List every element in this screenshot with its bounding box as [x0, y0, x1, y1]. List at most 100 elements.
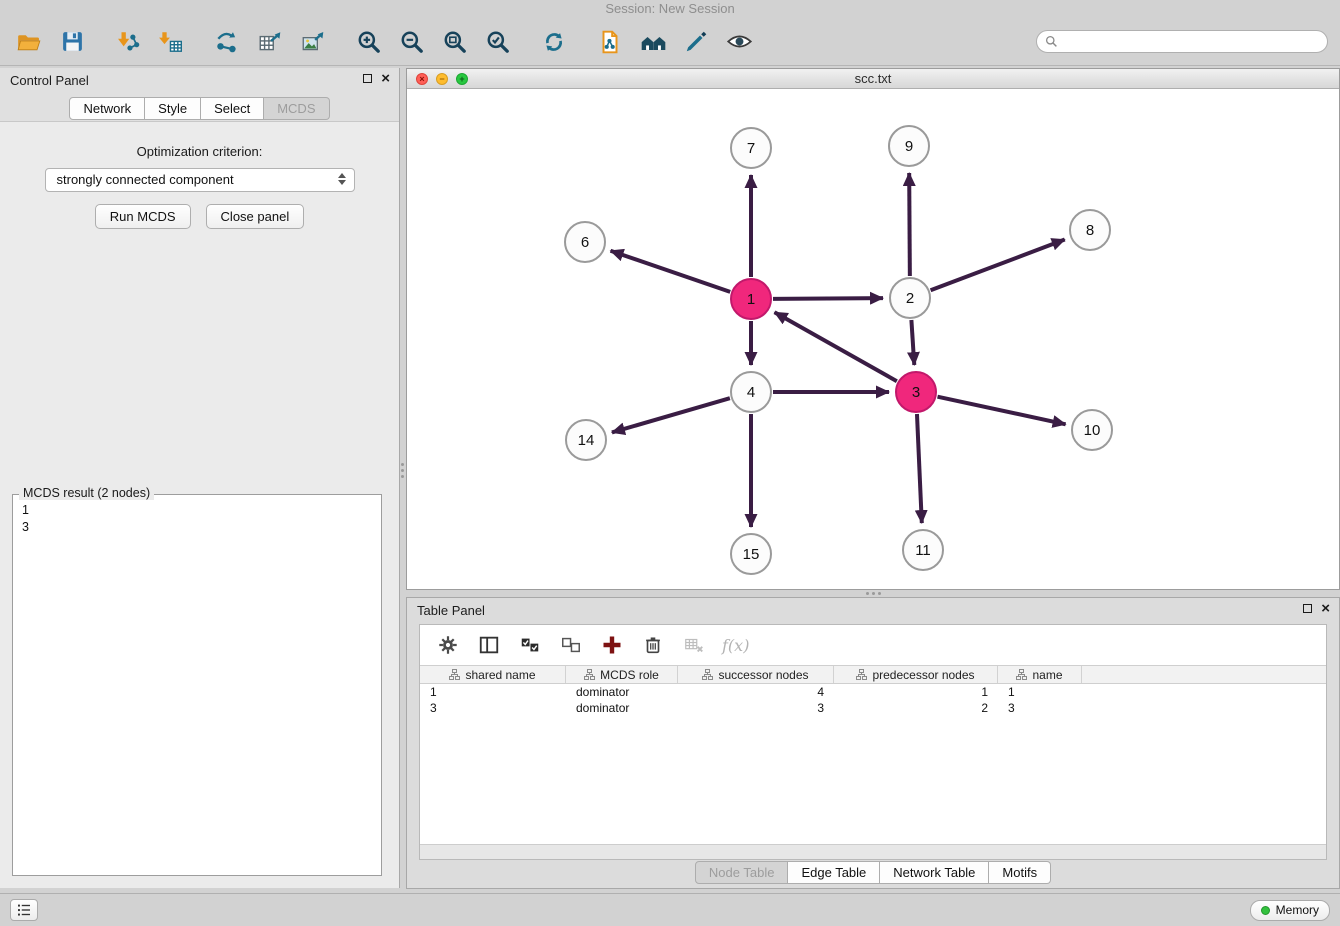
- close-panel-button[interactable]: Close panel: [206, 204, 305, 229]
- table-cell[interactable]: 1: [834, 685, 998, 699]
- graph-node-10[interactable]: 10: [1072, 410, 1112, 450]
- refresh-button[interactable]: [537, 24, 571, 60]
- graph-node-8[interactable]: 8: [1070, 210, 1110, 250]
- graph-node-6[interactable]: 6: [565, 222, 605, 262]
- delete-table-button[interactable]: [681, 632, 707, 658]
- mcds-panel: Optimization criterion: strongly connect…: [0, 121, 399, 888]
- graph-node-1[interactable]: 1: [731, 279, 771, 319]
- horizontal-splitter-handle[interactable]: [860, 590, 886, 597]
- column-header-predecessor-nodes[interactable]: predecessor nodes: [834, 666, 998, 683]
- graph-edge-4-14[interactable]: [612, 398, 730, 432]
- mcds-result-lines: 13: [13, 495, 381, 543]
- zoom-fit-button[interactable]: [438, 24, 472, 60]
- svg-text:3: 3: [912, 384, 920, 401]
- export-image-button[interactable]: [296, 24, 330, 60]
- function-builder-button[interactable]: f(x): [722, 636, 749, 655]
- search-field[interactable]: [1036, 30, 1328, 53]
- memory-button[interactable]: Memory: [1250, 900, 1330, 921]
- home-button[interactable]: [636, 24, 670, 60]
- vertical-splitter-handle[interactable]: [399, 455, 406, 485]
- tab-select[interactable]: Select: [201, 97, 264, 120]
- tab-network[interactable]: Network: [69, 97, 145, 120]
- show-column-panel-button[interactable]: [476, 632, 502, 658]
- export-table-button[interactable]: [253, 24, 287, 60]
- table-cell[interactable]: 3: [678, 701, 834, 715]
- graph-edge-3-1[interactable]: [775, 312, 897, 381]
- close-panel-icon[interactable]: ×: [381, 73, 390, 84]
- run-mcds-button[interactable]: Run MCDS: [95, 204, 191, 229]
- table-row[interactable]: 3dominator323: [420, 700, 1326, 716]
- float-table-panel-icon[interactable]: [1303, 604, 1312, 613]
- table-settings-button[interactable]: [435, 632, 461, 658]
- import-network-button[interactable]: [111, 24, 145, 60]
- table-cell[interactable]: 2: [834, 701, 998, 715]
- graph-node-3[interactable]: 3: [896, 372, 936, 412]
- select-all-button[interactable]: [517, 632, 543, 658]
- graph-node-14[interactable]: 14: [566, 420, 606, 460]
- table-cell[interactable]: dominator: [566, 701, 678, 715]
- tab-node-table[interactable]: Node Table: [695, 861, 789, 884]
- tab-style[interactable]: Style: [145, 97, 201, 120]
- tab-network-table[interactable]: Network Table: [880, 861, 989, 884]
- graph-node-15[interactable]: 15: [731, 534, 771, 574]
- table-horizontal-scrollbar[interactable]: [420, 844, 1326, 859]
- svg-text:9: 9: [905, 138, 913, 155]
- graph-node-7[interactable]: 7: [731, 128, 771, 168]
- task-history-button[interactable]: [10, 899, 38, 921]
- search-input[interactable]: [1063, 32, 1319, 51]
- new-network-from-selection-button[interactable]: [593, 24, 627, 60]
- zoom-out-button[interactable]: [395, 24, 429, 60]
- table-cell[interactable]: 4: [678, 685, 834, 699]
- maximize-window-icon[interactable]: +: [456, 73, 468, 85]
- graph-node-11[interactable]: 11: [903, 530, 943, 570]
- document-network-icon: [597, 29, 623, 55]
- table-cell[interactable]: 3: [420, 701, 566, 715]
- column-header-shared-name[interactable]: shared name: [420, 666, 566, 683]
- zoom-in-button[interactable]: [352, 24, 386, 60]
- close-table-panel-icon[interactable]: ×: [1321, 603, 1330, 614]
- table-cell[interactable]: 1: [420, 685, 566, 699]
- column-header-name[interactable]: name: [998, 666, 1082, 683]
- graph-node-4[interactable]: 4: [731, 372, 771, 412]
- graph-edge-2-3[interactable]: [911, 320, 914, 365]
- add-column-button[interactable]: [599, 632, 625, 658]
- graph-edge-1-6[interactable]: [611, 251, 731, 292]
- tab-mcds[interactable]: MCDS: [264, 97, 329, 120]
- criterion-dropdown[interactable]: strongly connected component: [45, 168, 355, 192]
- network-canvas[interactable]: 7 9 6 8 1 2 4 3 14 10 15 11: [407, 89, 1339, 589]
- import-table-button[interactable]: [154, 24, 188, 60]
- dropdown-stepper-icon: [338, 173, 346, 185]
- show-graphics-details-button[interactable]: [722, 24, 756, 60]
- svg-text:4: 4: [747, 384, 755, 401]
- graph-node-2[interactable]: 2: [890, 278, 930, 318]
- graph-edge-3-10[interactable]: [938, 397, 1066, 425]
- column-type-icon: [449, 669, 460, 680]
- table-cell[interactable]: 3: [998, 701, 1082, 715]
- zoom-selected-button[interactable]: [481, 24, 515, 60]
- float-panel-icon[interactable]: [363, 74, 372, 83]
- graph-edge-2-9[interactable]: [909, 173, 910, 276]
- table-body: 1dominator4113dominator323: [420, 684, 1326, 716]
- minimize-window-icon[interactable]: −: [436, 73, 448, 85]
- network-window-titlebar[interactable]: × − + scc.txt: [407, 69, 1339, 89]
- tab-motifs[interactable]: Motifs: [989, 861, 1051, 884]
- graph-node-9[interactable]: 9: [889, 126, 929, 166]
- tab-edge-table[interactable]: Edge Table: [788, 861, 880, 884]
- table-cell[interactable]: 1: [998, 685, 1082, 699]
- graph-edge-1-2[interactable]: [773, 298, 883, 299]
- apply-style-button[interactable]: [679, 24, 713, 60]
- save-session-button[interactable]: [55, 24, 89, 60]
- column-header-MCDS-role[interactable]: MCDS role: [566, 666, 678, 683]
- graph-edge-2-8[interactable]: [931, 240, 1065, 291]
- column-header-successor-nodes[interactable]: successor nodes: [678, 666, 834, 683]
- close-window-icon[interactable]: ×: [416, 73, 428, 85]
- open-session-button[interactable]: [12, 24, 46, 60]
- deselect-all-button[interactable]: [558, 632, 584, 658]
- eye-icon: [726, 28, 753, 55]
- table-cell[interactable]: dominator: [566, 685, 678, 699]
- export-network-button[interactable]: [210, 24, 244, 60]
- table-row[interactable]: 1dominator411: [420, 684, 1326, 700]
- optimization-criterion-label: Optimization criterion:: [0, 144, 399, 159]
- delete-column-button[interactable]: [640, 632, 666, 658]
- graph-edge-3-11[interactable]: [917, 414, 922, 523]
